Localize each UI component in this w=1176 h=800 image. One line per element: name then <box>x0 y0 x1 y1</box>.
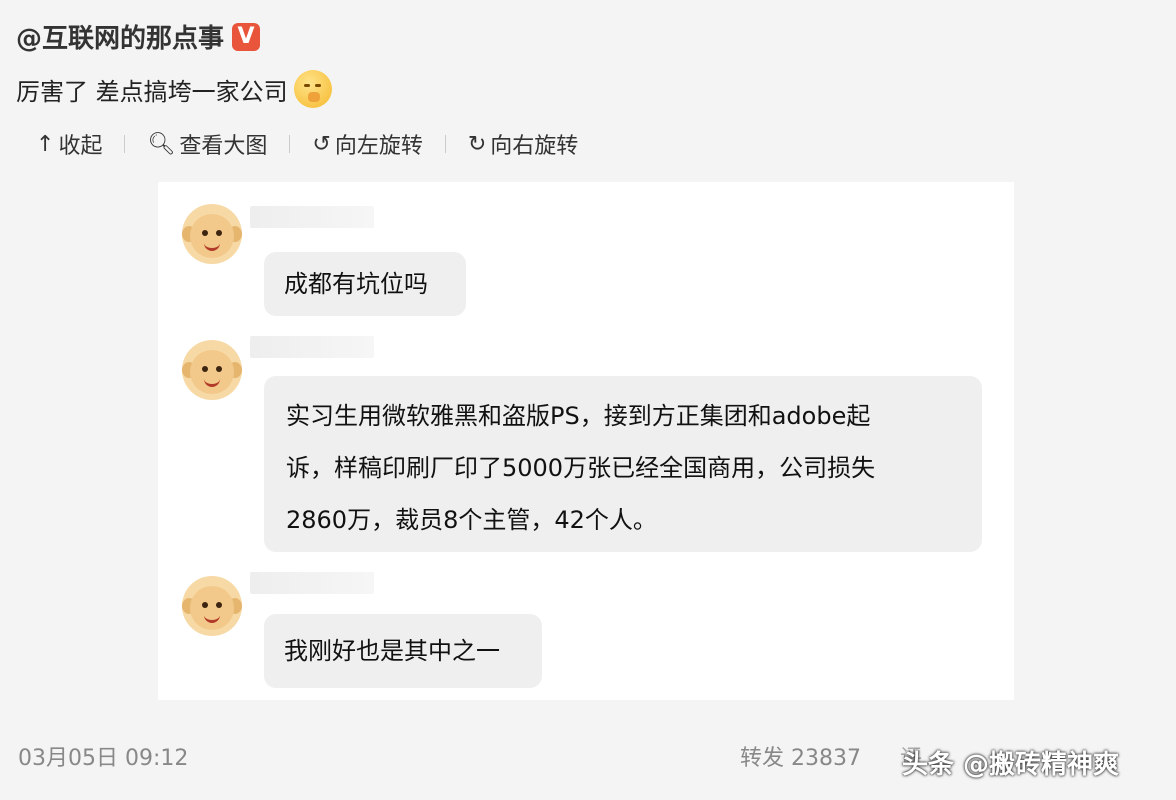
rotate-right-label: 向右旋转 <box>490 134 579 159</box>
blurred-username <box>250 572 374 594</box>
view-large-label: 查看大图 <box>179 134 268 159</box>
view-large-button[interactable]: 🔍︎ 查看大图 <box>147 128 267 160</box>
chat-message-line: 2860万，裁员8个主管，42个人。 <box>286 506 657 534</box>
toolbar-divider <box>124 135 126 153</box>
post-text: 厉害了 差点搞垮一家公司 <box>16 70 332 108</box>
chat-bubble: 成都有坑位吗 <box>264 252 466 316</box>
chat-message-line: 实习生用微软雅黑和盗版PS，接到方正集团和adobe起 <box>286 402 871 430</box>
collapse-label: 收起 <box>58 134 103 159</box>
blurred-username <box>250 206 374 228</box>
magnifier-icon: 🔍︎ <box>147 131 176 157</box>
author-name[interactable]: @互联网的那点事 V <box>16 18 261 55</box>
rotate-left-label: 向左旋转 <box>334 134 423 159</box>
verified-badge-icon: V <box>232 22 261 51</box>
image-toolbar: ↑ 收起 🔍︎ 查看大图 ↺ 向左旋转 ↻ 向右旋转 <box>36 128 578 160</box>
rotate-left-button[interactable]: ↺ 向左旋转 <box>312 128 422 160</box>
chat-message: 我刚好也是其中之一 <box>284 637 500 665</box>
avatar-monkey-icon <box>182 204 242 264</box>
watermark: 头条 @搬砖精神爽 <box>902 750 1120 780</box>
toolbar-divider <box>289 135 291 153</box>
blurred-username <box>250 336 374 358</box>
rotate-right-icon: ↻ <box>467 131 487 157</box>
toolbar-divider <box>444 135 446 153</box>
repost-button[interactable]: 转发 23837 <box>740 740 861 772</box>
collapse-button[interactable]: ↑ 收起 <box>36 128 102 160</box>
shushing-face-icon <box>293 70 332 108</box>
chat-message: 成都有坑位吗 <box>284 270 428 298</box>
rotate-right-button[interactable]: ↻ 向右旋转 <box>468 128 578 160</box>
collapse-arrow-icon: ↑ <box>36 131 55 157</box>
chat-message-line: 诉，样稿印刷厂印了5000万张已经全国商用，公司损失 <box>286 454 876 482</box>
author-label[interactable]: @互联网的那点事 <box>16 18 224 55</box>
post-image[interactable]: 成都有坑位吗 实习生用微软雅黑和盗版PS，接到方正集团和adobe起 诉，样稿印… <box>158 182 1014 700</box>
avatar-monkey-icon <box>182 340 242 400</box>
post-body: 厉害了 差点搞垮一家公司 <box>16 77 288 106</box>
avatar-monkey-icon <box>182 576 242 636</box>
chat-bubble: 实习生用微软雅黑和盗版PS，接到方正集团和adobe起 诉，样稿印刷厂印了500… <box>264 376 982 552</box>
rotate-left-icon: ↺ <box>312 131 331 157</box>
post-timestamp[interactable]: 03月05日 09:12 <box>18 740 188 772</box>
chat-bubble: 我刚好也是其中之一 <box>264 614 542 688</box>
